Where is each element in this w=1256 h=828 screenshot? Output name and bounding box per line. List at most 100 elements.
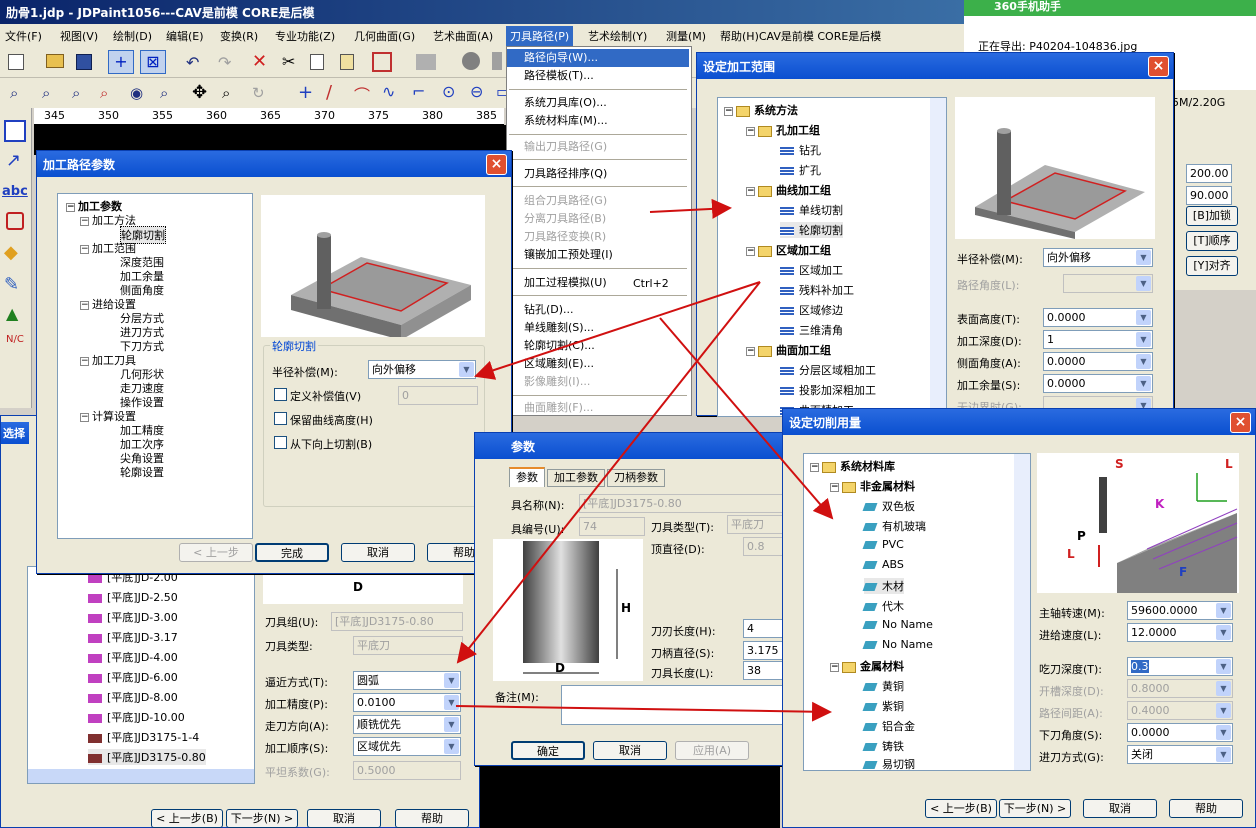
save-icon[interactable] (76, 54, 92, 70)
menu-transform[interactable]: 变换(R) (220, 28, 258, 44)
tree-node[interactable]: − 系统方法 (724, 102, 798, 118)
tree-node[interactable]: − 金属材料 (830, 658, 904, 674)
menu-item-sort[interactable]: 刀具路径排序(Q) (507, 165, 689, 183)
tree-node-selected[interactable]: 木材 (862, 578, 904, 594)
tab-machining[interactable]: 加工参数 (547, 469, 605, 487)
rotate-icon[interactable]: ↻ (252, 84, 265, 102)
slot-depth-field[interactable]: 0.8000 ▼ (1127, 679, 1233, 698)
pan-icon[interactable]: ✥ (192, 82, 207, 103)
view-3d-icon[interactable] (416, 54, 436, 70)
tree-node[interactable]: − 曲面加工组 (746, 342, 831, 358)
order-button[interactable]: [T]顺序 (1186, 231, 1238, 251)
note-field[interactable] (561, 685, 783, 725)
tree-node[interactable]: − 孔加工组 (746, 122, 820, 138)
zoom-icon[interactable]: ⌕ (222, 84, 230, 102)
node-edit-icon[interactable]: ↗ (6, 150, 21, 171)
menu-help[interactable]: 帮助(H)CAV是前模 CORE是后模 (720, 28, 881, 44)
menu-item-contour[interactable]: 轮廓切割(C)... (507, 337, 689, 355)
align-button[interactable]: [Y]对齐 (1186, 256, 1238, 276)
tool-name-field[interactable]: [平底]JD3175-0.80 (579, 494, 783, 513)
tool-list[interactable]: [平底]JD-2.00 [平底]JD-2.50 [平底]JD-3.00 [平底]… (27, 566, 255, 784)
tree-node[interactable]: 轮廓设置 (120, 464, 164, 480)
tool-item[interactable]: [平底]JD-8.00 (88, 689, 178, 705)
tree-node[interactable]: No Name (862, 618, 933, 631)
next-button[interactable]: 下一步(N) > (999, 799, 1071, 818)
allowance-field[interactable]: 0.0000 ▼ (1043, 374, 1153, 393)
undo-icon[interactable]: ↶ (186, 53, 199, 72)
menu-item-template[interactable]: 路径模板(T)... (507, 67, 689, 85)
menu-item-surface[interactable]: 曲面雕刻(F)... (507, 399, 689, 417)
cut-depth-field[interactable]: 1 ▼ (1043, 330, 1153, 349)
bottom-up-checkbox[interactable] (274, 436, 287, 449)
menu-toolpath[interactable]: 刀具路径(P) (506, 26, 574, 46)
next-button[interactable]: 下一步(N) > (226, 809, 298, 828)
blade-length-field[interactable]: 4 (743, 619, 783, 638)
tab-params[interactable]: 参数 (509, 467, 545, 487)
menu-item-transform[interactable]: 刀具路径变换(R) (507, 228, 689, 246)
tab-holder[interactable]: 刀柄参数 (607, 469, 665, 487)
tool-type-select[interactable]: 平底刀 (353, 636, 463, 655)
apply-button[interactable]: 应用(A) (675, 741, 749, 760)
zoom-fit-icon[interactable]: ⌕ (10, 84, 18, 102)
tree-node[interactable]: 钻孔 (780, 142, 821, 158)
polyline-icon[interactable]: ⌐ (412, 82, 425, 101)
arc-icon[interactable]: ⌒ (354, 82, 370, 106)
v-scrollbar[interactable] (930, 98, 946, 416)
tool-item[interactable]: [平底]JD-3.17 (88, 629, 178, 645)
tree-node[interactable]: 铝合金 (862, 718, 915, 734)
menu-edit[interactable]: 编辑(E) (166, 28, 204, 44)
text-tool-icon[interactable]: abc (2, 184, 28, 199)
spline-icon[interactable]: ∿ (382, 82, 395, 101)
tree-node[interactable]: 易切钢 (862, 756, 915, 772)
tree-node[interactable]: − 曲线加工组 (746, 182, 831, 198)
tool-length-field[interactable]: 38 (743, 661, 783, 680)
copy-icon[interactable] (310, 54, 324, 70)
zoom-window-icon[interactable]: ⌕ (72, 84, 80, 102)
help-button[interactable]: 帮助 (1169, 799, 1243, 818)
close-icon[interactable]: × (486, 154, 507, 175)
drawing-canvas-lower[interactable] (480, 760, 780, 828)
tree-node[interactable]: 黄铜 (862, 678, 904, 694)
shade-icon[interactable] (492, 52, 502, 70)
surface-height-field[interactable]: 0.0000 ▼ (1043, 308, 1153, 327)
point-icon[interactable]: + (298, 82, 313, 103)
material-tree[interactable]: − 系统材料库 − 非金属材料 双色板 有机玻璃 PVC ABS 木材 代木 No … (803, 453, 1031, 771)
menu-item-image[interactable]: 影像雕刻(I)... (507, 373, 689, 391)
tree-node[interactable]: 投影加深粗加工 (780, 382, 876, 398)
v-scrollbar[interactable] (1014, 454, 1030, 770)
redo-icon[interactable]: ↷ (218, 53, 231, 72)
keep-height-checkbox[interactable] (274, 412, 287, 425)
feed-field[interactable]: 12.0000 ▼ (1127, 623, 1233, 642)
menu-item-tool-lib[interactable]: 系统刀具库(O)... (507, 94, 689, 112)
define-comp-checkbox[interactable] (274, 388, 287, 401)
path-angle-select[interactable]: ▼ (1063, 274, 1153, 293)
spindle-field[interactable]: 59600.0000 ▼ (1127, 601, 1233, 620)
menu-item-inlay[interactable]: 镶嵌加工预处理(I) (507, 246, 689, 264)
fill-tool-icon[interactable]: ◆ (4, 242, 18, 263)
ellipse-icon[interactable]: ⊖ (470, 82, 483, 101)
h-scrollbar[interactable] (28, 769, 254, 783)
entry-mode-select[interactable]: 关闭 ▼ (1127, 745, 1233, 764)
lock-button[interactable]: [B]加锁 (1186, 206, 1238, 226)
menu-pro[interactable]: 专业功能(Z) (275, 28, 335, 44)
menu-item-output[interactable]: 输出刀具路径(G) (507, 138, 689, 156)
method-tree[interactable]: − 系统方法 − 孔加工组 钻孔 扩孔 − 曲线加工组 单线切割 轮廓切割 − 区域加工… (717, 97, 947, 417)
tree-node[interactable]: 区域修边 (780, 302, 843, 318)
ok-button[interactable]: 确定 (511, 741, 585, 760)
cut-icon[interactable]: ✂ (282, 52, 295, 71)
tool-kind-field[interactable]: 平底刀 (727, 515, 783, 534)
zoom-prev-icon[interactable]: ⌕ (100, 84, 108, 102)
menu-geom[interactable]: 几何曲面(G) (354, 28, 415, 44)
menu-item-drill[interactable]: 钻孔(D)... (507, 301, 689, 319)
prev-step-button[interactable]: < 上一步 (179, 543, 253, 562)
flat-field[interactable]: 0.5000 (353, 761, 461, 780)
delete-icon[interactable]: ✕ (252, 51, 267, 72)
tree-node[interactable]: 紫铜 (862, 698, 904, 714)
prop-field-1[interactable]: 200.00 (1186, 164, 1232, 183)
menu-view[interactable]: 视图(V) (60, 28, 98, 44)
menu-draw[interactable]: 绘制(D) (113, 28, 152, 44)
tree-node[interactable]: 区域加工 (780, 262, 843, 278)
tool-item-selected[interactable]: [平底]JD3175-0.80 (88, 749, 206, 765)
cancel-button[interactable]: 取消 (307, 809, 381, 828)
cancel-button[interactable]: 取消 (593, 741, 667, 760)
